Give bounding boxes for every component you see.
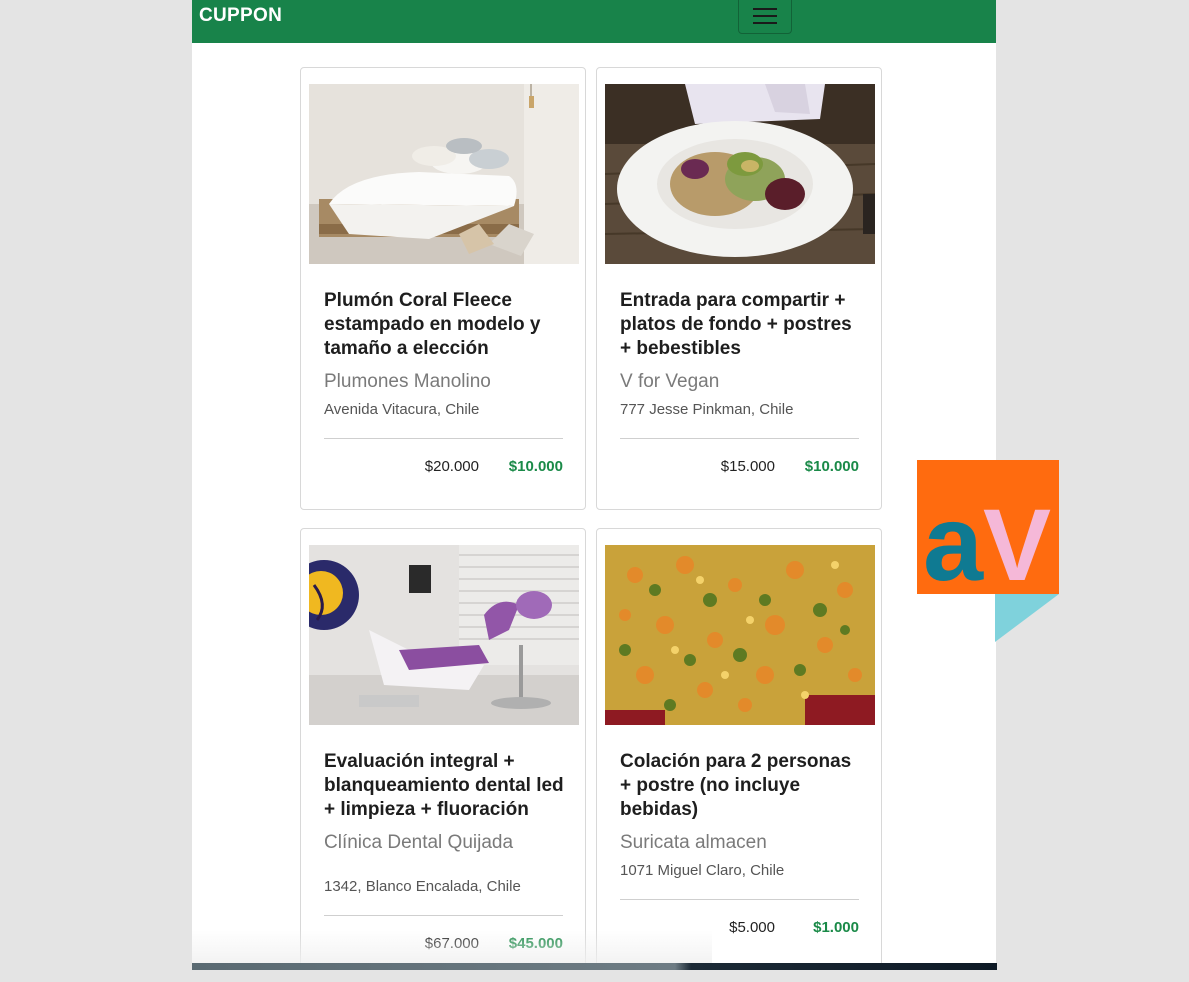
- brand-logo[interactable]: CUPPON: [199, 5, 282, 27]
- page: CUPPON Plumón Coral Fleece estampado en …: [192, 0, 996, 965]
- av-watermark-logo: a V: [917, 460, 1059, 642]
- svg-text:V: V: [983, 488, 1051, 602]
- svg-text:a: a: [923, 482, 984, 603]
- hamburger-icon: [753, 22, 777, 24]
- deal-title[interactable]: Colación para 2 personas + postre (no in…: [620, 750, 865, 822]
- original-price: $20.000: [424, 458, 479, 475]
- deal-card[interactable]: Entrada para compartir + platos de fondo…: [596, 67, 882, 510]
- menu-toggle-button[interactable]: [738, 0, 792, 34]
- deal-card[interactable]: Plumón Coral Fleece estampado en modelo …: [300, 67, 586, 510]
- discounted-price: $10.000: [804, 458, 859, 475]
- discounted-price: $10.000: [508, 458, 563, 475]
- hamburger-icon: [753, 8, 777, 10]
- merchant-name: V for Vegan: [620, 371, 720, 392]
- merchant-name: Clínica Dental Quijada: [324, 832, 514, 853]
- merchant-address: 777 Jesse Pinkman, Chile: [620, 401, 794, 418]
- original-price: $5.000: [729, 919, 775, 936]
- divider: [324, 915, 563, 916]
- divider: [620, 438, 859, 439]
- merchant-name: Suricata almacen: [620, 832, 767, 853]
- divider: [324, 438, 563, 439]
- deal-card[interactable]: Colación para 2 personas + postre (no in…: [596, 528, 882, 965]
- discounted-price: $1.000: [813, 919, 859, 936]
- deal-title[interactable]: Evaluación integral + blanqueamiento den…: [324, 750, 569, 822]
- navbar: CUPPON: [192, 0, 996, 43]
- merchant-address: 1342, Blanco Encalada, Chile: [324, 878, 521, 895]
- bottom-bar: [192, 963, 997, 970]
- original-price: $15.000: [720, 458, 775, 475]
- deal-image-dental-chair[interactable]: [309, 545, 579, 725]
- original-price: $67.000: [424, 935, 479, 952]
- hamburger-icon: [753, 15, 777, 17]
- deal-image-vegan-bowl[interactable]: [605, 84, 875, 264]
- deal-title[interactable]: Plumón Coral Fleece estampado en modelo …: [324, 289, 569, 361]
- discounted-price: $45.000: [508, 935, 563, 952]
- divider: [620, 899, 859, 900]
- merchant-address: Avenida Vitacura, Chile: [324, 401, 480, 418]
- deal-image-bedroom[interactable]: [309, 84, 579, 264]
- merchant-name: Plumones Manolino: [324, 371, 491, 392]
- merchant-address: 1071 Miguel Claro, Chile: [620, 862, 785, 879]
- deal-card[interactable]: Evaluación integral + blanqueamiento den…: [300, 528, 586, 965]
- deal-title[interactable]: Entrada para compartir + platos de fondo…: [620, 289, 865, 361]
- deal-image-lentil-dish[interactable]: [605, 545, 875, 725]
